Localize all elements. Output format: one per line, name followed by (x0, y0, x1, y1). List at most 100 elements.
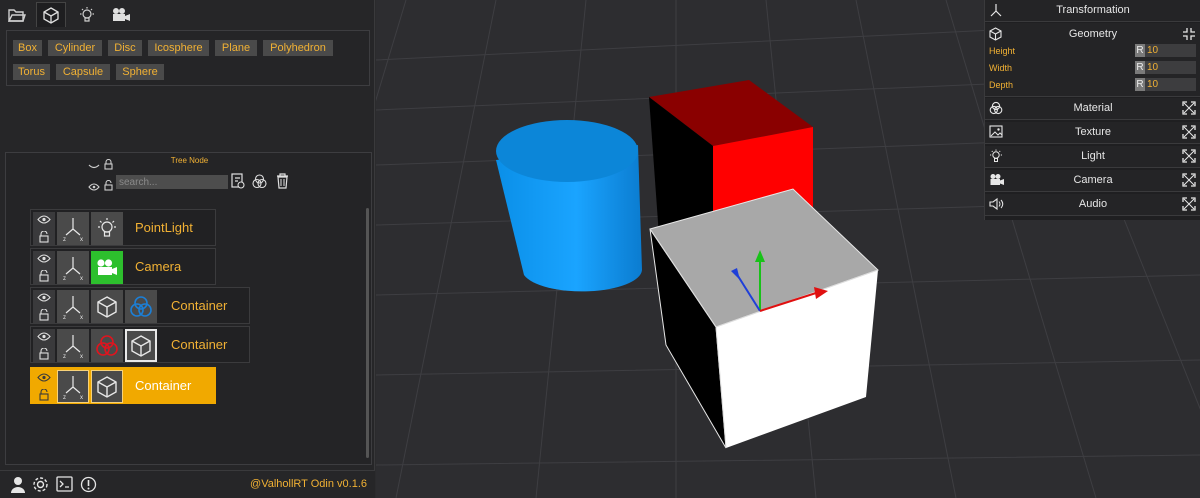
folder-icon (8, 8, 26, 22)
axes-icon[interactable]: zx (57, 251, 89, 284)
cube-icon[interactable] (91, 370, 123, 403)
settings-icon[interactable] (32, 476, 49, 493)
svg-text:z: z (63, 237, 66, 242)
tree-node-container-1[interactable]: zx Container (30, 287, 250, 324)
reset-button-width[interactable]: R (1135, 61, 1145, 74)
geometry-button-icosphere[interactable]: Icosphere (148, 40, 209, 56)
section-material[interactable]: Material (985, 98, 1200, 120)
prop-label-width: Width (989, 63, 1013, 73)
axes-icon[interactable]: zx (57, 329, 89, 362)
lock-icon[interactable] (39, 270, 49, 282)
eye-icon[interactable] (37, 215, 51, 224)
geometry-button-polyhedron[interactable]: Polyhedron (263, 40, 333, 56)
geometry-button-torus[interactable]: Torus (13, 64, 50, 80)
geometry-button-box[interactable]: Box (13, 40, 42, 56)
svg-text:z: z (63, 354, 66, 359)
cube-icon[interactable] (125, 329, 157, 362)
reset-button-depth[interactable]: R (1135, 78, 1145, 91)
expand-icon[interactable] (1182, 101, 1196, 115)
width-field[interactable]: 10 (1145, 61, 1196, 74)
tab-camera[interactable] (106, 2, 136, 27)
svg-text:x: x (80, 276, 83, 281)
tree-node-container-3[interactable]: zx Container (30, 367, 216, 404)
material-blue-icon[interactable] (125, 290, 157, 323)
collapse-icon[interactable] (1182, 27, 1196, 41)
section-label: Material (1073, 102, 1113, 114)
section-label: Light (1081, 150, 1105, 162)
terminal-icon[interactable] (56, 476, 73, 492)
svg-text:x: x (80, 354, 83, 359)
section-label: Transformation (1056, 4, 1130, 16)
eye-icon[interactable] (37, 293, 51, 302)
section-audio[interactable]: Audio (985, 194, 1200, 216)
svg-text:z: z (63, 276, 66, 281)
lock-icon[interactable] (104, 159, 113, 170)
geometry-button-capsule[interactable]: Capsule (56, 64, 110, 80)
lock-icon[interactable] (39, 309, 49, 321)
material-icon[interactable] (252, 174, 267, 189)
eye-icon[interactable] (88, 183, 100, 191)
depth-field[interactable]: 10 (1145, 78, 1196, 91)
geometry-button-sphere[interactable]: Sphere (116, 64, 164, 80)
visibility-toggles (33, 212, 55, 245)
material-red-icon[interactable] (91, 329, 123, 362)
node-label: PointLight (135, 220, 193, 235)
eye-closed-icon[interactable] (88, 163, 100, 171)
lock-icon[interactable] (39, 348, 49, 360)
lock-icon[interactable] (39, 231, 49, 243)
tree-node-container-2[interactable]: zx Container (30, 326, 250, 363)
tree-search-input[interactable] (116, 175, 228, 189)
expand-icon[interactable] (1182, 173, 1196, 187)
user-icon[interactable] (10, 476, 26, 493)
svg-text:x: x (80, 237, 83, 242)
lock-icon[interactable] (39, 389, 49, 401)
axes-icon[interactable]: zx (57, 370, 89, 403)
section-label: Camera (1073, 174, 1113, 186)
axes-icon[interactable]: zx (57, 290, 89, 323)
section-light[interactable]: Light (985, 146, 1200, 168)
tree-node-camera[interactable]: zx Camera (30, 248, 216, 285)
eye-icon[interactable] (37, 254, 51, 263)
reset-button-height[interactable]: R (1135, 44, 1145, 57)
geometry-button-cylinder[interactable]: Cylinder (48, 40, 102, 56)
tree-node-pointlight[interactable]: zx PointLight (30, 209, 216, 246)
node-label: Container (135, 378, 192, 393)
height-field[interactable]: 10 (1145, 44, 1196, 57)
info-icon[interactable] (80, 476, 97, 493)
geometry-button-plane[interactable]: Plane (215, 40, 257, 56)
section-label: Geometry (1068, 28, 1118, 40)
svg-text:x: x (80, 395, 83, 400)
tab-geometry[interactable] (36, 2, 66, 27)
eye-icon[interactable] (37, 373, 51, 382)
expand-icon[interactable] (1182, 197, 1196, 211)
section-transformation[interactable]: Transformation (985, 0, 1200, 22)
footer-bar: @ValhollRT Odin v0.1.6 (0, 470, 375, 498)
lock-open-icon[interactable] (104, 180, 113, 191)
add-node-icon[interactable] (231, 173, 245, 189)
tree-title: Tree Node (170, 156, 209, 165)
node-label: Container (171, 298, 228, 313)
geometry-button-disc[interactable]: Disc (108, 40, 142, 56)
cube-icon[interactable] (91, 290, 123, 323)
svg-text:x: x (80, 315, 83, 320)
section-geometry: Geometry Height R 10 Width R 10 Depth R … (985, 23, 1200, 97)
section-camera[interactable]: Camera (985, 170, 1200, 192)
section-texture[interactable]: Texture (985, 122, 1200, 144)
lightbulb-icon[interactable] (91, 212, 123, 245)
svg-text:z: z (63, 395, 66, 400)
expand-icon[interactable] (1182, 149, 1196, 163)
node-label: Camera (135, 259, 182, 274)
section-label: Texture (1074, 126, 1112, 138)
node-label: Container (171, 337, 228, 352)
visibility-toggles (33, 251, 55, 284)
tab-folder[interactable] (2, 2, 32, 27)
svg-text:z: z (63, 315, 66, 320)
app-root: Box Cylinder Disc Icosphere Plane Polyhe… (0, 0, 1200, 498)
tree-scrollbar[interactable] (366, 208, 369, 458)
camera-icon[interactable] (91, 251, 123, 284)
axes-icon[interactable]: zx (57, 212, 89, 245)
tab-light[interactable] (72, 2, 102, 27)
delete-icon[interactable] (276, 173, 289, 189)
expand-icon[interactable] (1182, 125, 1196, 139)
eye-icon[interactable] (37, 332, 51, 341)
